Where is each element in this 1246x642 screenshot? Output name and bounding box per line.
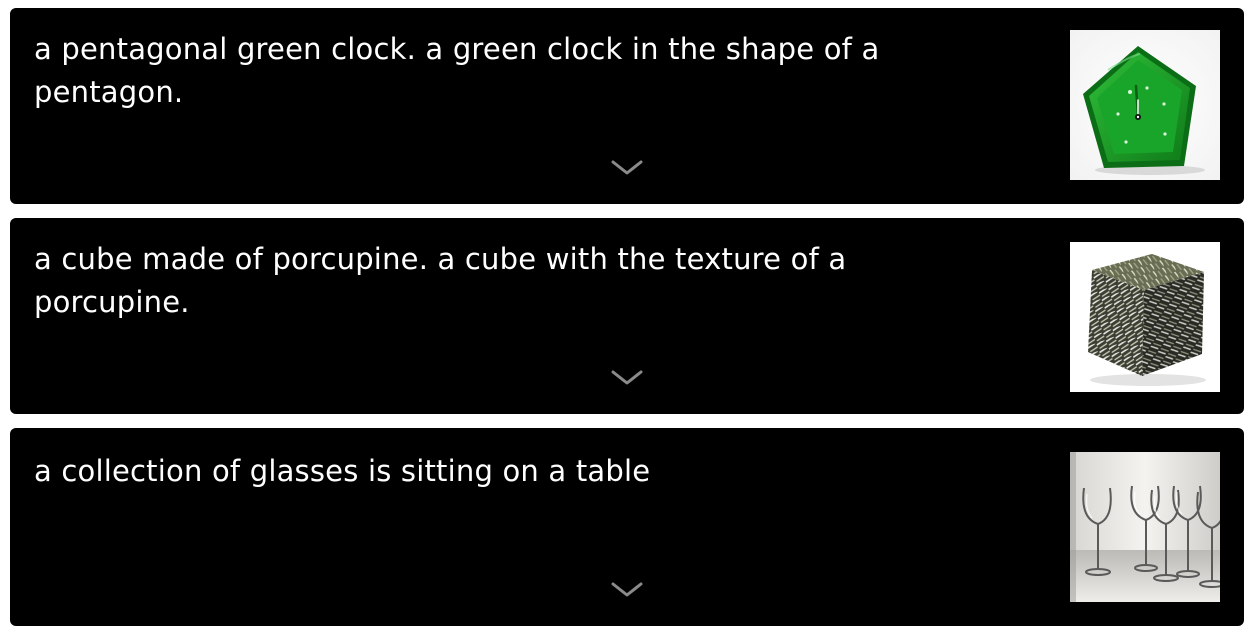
caption-card-glasses[interactable]: a collection of glasses is sitting on a … [10, 428, 1244, 626]
caption-text: a collection of glasses is sitting on a … [34, 454, 651, 488]
chevron-down-icon[interactable] [610, 580, 644, 600]
caption-text: a cube made of porcupine. a cube with th… [34, 242, 847, 319]
thumbnail-image [1070, 242, 1220, 392]
caption-card-clock[interactable]: a pentagonal green clock. a green clock … [10, 8, 1244, 204]
caption-card-list: a pentagonal green clock. a green clock … [0, 0, 1246, 642]
chevron-down-icon[interactable] [610, 368, 644, 388]
thumbnail-image [1070, 30, 1220, 180]
thumbnail-image [1070, 452, 1220, 602]
caption-text: a pentagonal green clock. a green clock … [34, 32, 880, 109]
chevron-down-icon[interactable] [610, 158, 644, 178]
caption-card-cube[interactable]: a cube made of porcupine. a cube with th… [10, 218, 1244, 414]
